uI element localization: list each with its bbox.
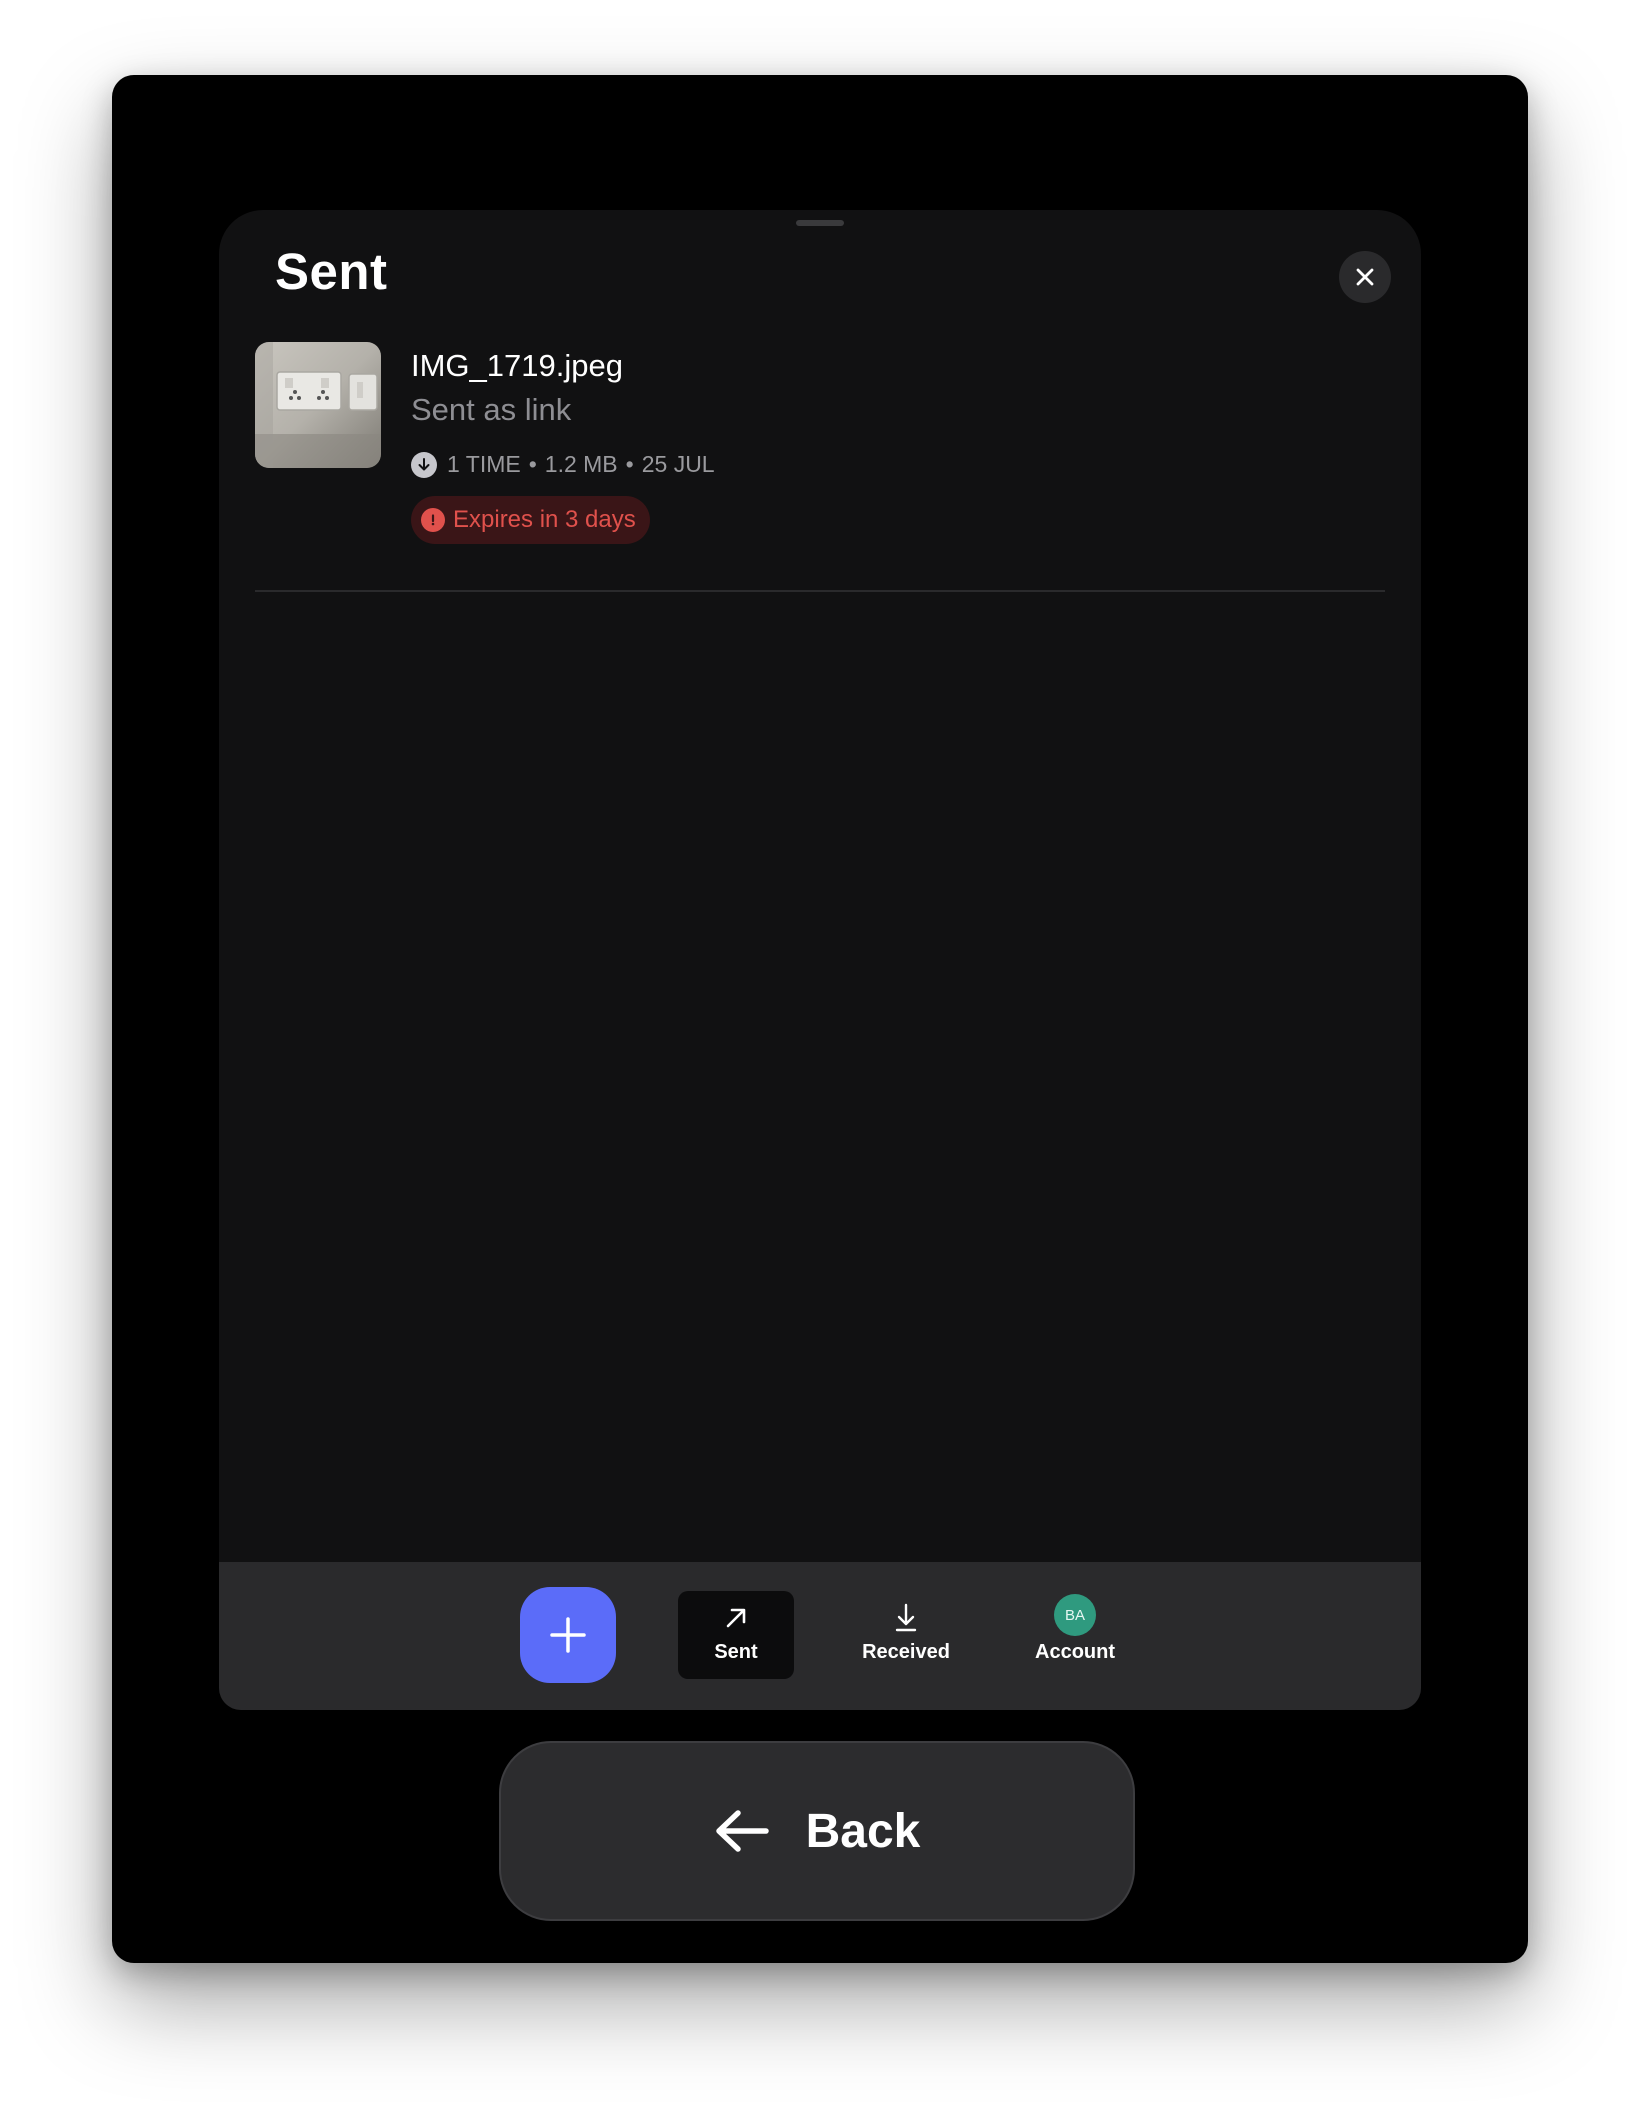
avatar: BA	[1054, 1594, 1096, 1636]
file-name: IMG_1719.jpeg	[411, 348, 623, 383]
tab-bar: Sent Received BA Account	[219, 1562, 1421, 1710]
tab-label: Account	[1035, 1641, 1115, 1663]
plus-icon	[550, 1617, 586, 1653]
expiry-badge: Expires in 3 days	[411, 496, 650, 544]
download-count-icon	[411, 451, 437, 478]
file-meta: 1 TIME • 1.2 MB • 25 JUL	[411, 451, 715, 478]
sheet-grabber[interactable]	[796, 220, 844, 226]
arrow-left-icon	[715, 1810, 769, 1852]
expiry-text: Expires in 3 days	[453, 506, 636, 533]
device-frame: Sent IMG_1719.jpeg Sent as link 1 TIME •…	[112, 75, 1528, 1963]
tab-label: Received	[862, 1641, 950, 1663]
tab-received[interactable]: Received	[848, 1591, 964, 1679]
alert-icon	[421, 508, 445, 532]
file-date: 25 JUL	[641, 451, 715, 477]
meta-separator: •	[528, 451, 537, 477]
tab-sent[interactable]: Sent	[678, 1591, 794, 1679]
back-button[interactable]: Back	[499, 1741, 1135, 1921]
close-icon	[1356, 268, 1374, 286]
sent-sheet: Sent IMG_1719.jpeg Sent as link 1 TIME •…	[219, 210, 1421, 1710]
list-item[interactable]: IMG_1719.jpeg Sent as link 1 TIME • 1.2 …	[255, 342, 1385, 592]
tab-account[interactable]: BA Account	[1017, 1591, 1133, 1679]
tab-label: Sent	[714, 1641, 758, 1663]
close-button[interactable]	[1339, 251, 1391, 303]
new-transfer-button[interactable]	[520, 1587, 616, 1683]
file-share-method: Sent as link	[411, 392, 572, 427]
arrow-up-right-icon	[726, 1608, 746, 1628]
page-title: Sent	[275, 243, 388, 300]
back-label: Back	[805, 1804, 921, 1858]
download-count: 1 TIME	[447, 451, 521, 477]
meta-separator: •	[625, 451, 634, 477]
image-thumbnail	[255, 342, 381, 468]
arrow-down-icon	[895, 1603, 917, 1632]
file-size: 1.2 MB	[544, 451, 618, 477]
